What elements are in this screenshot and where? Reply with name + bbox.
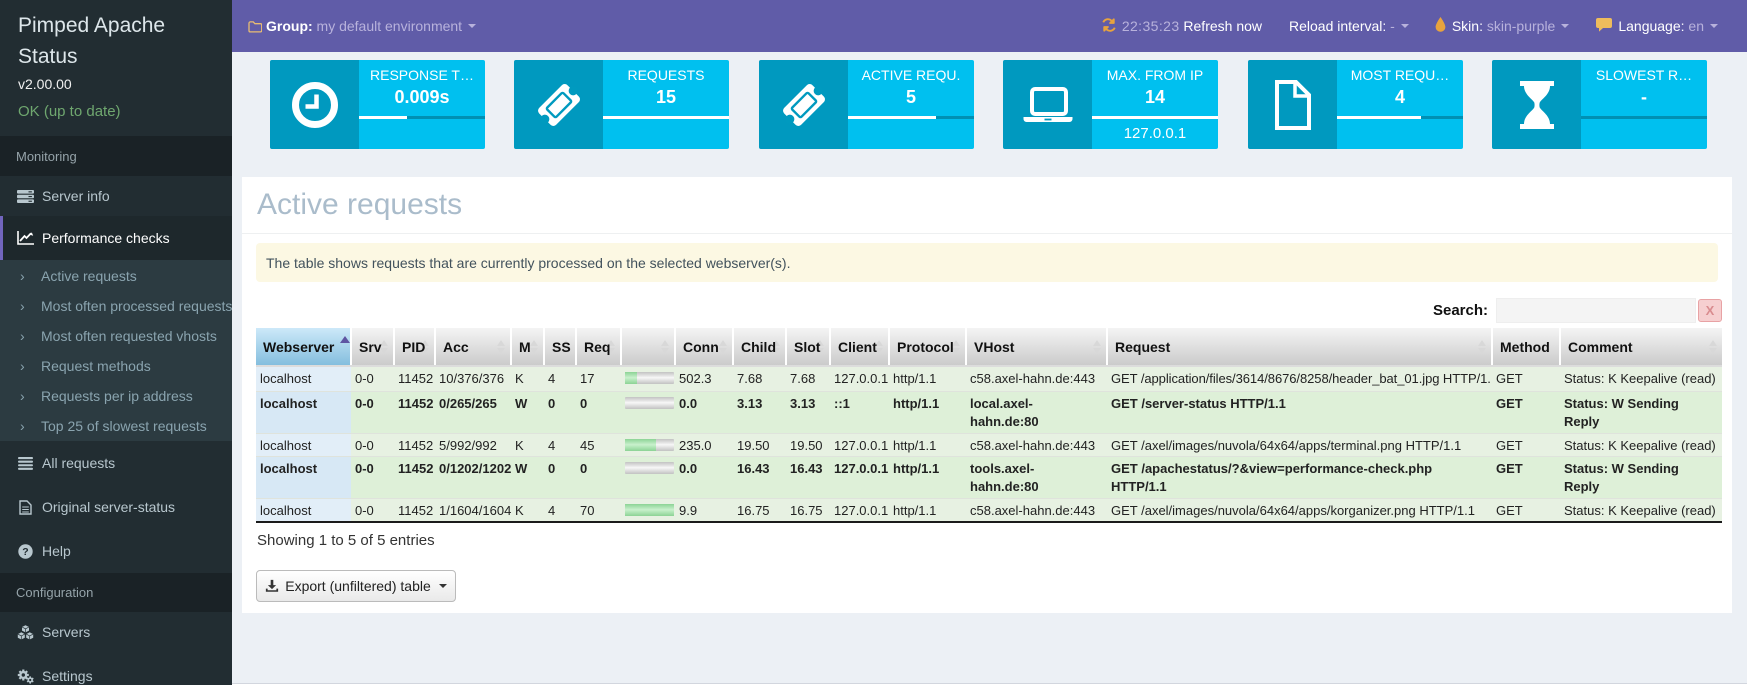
- svg-text:?: ?: [22, 546, 28, 558]
